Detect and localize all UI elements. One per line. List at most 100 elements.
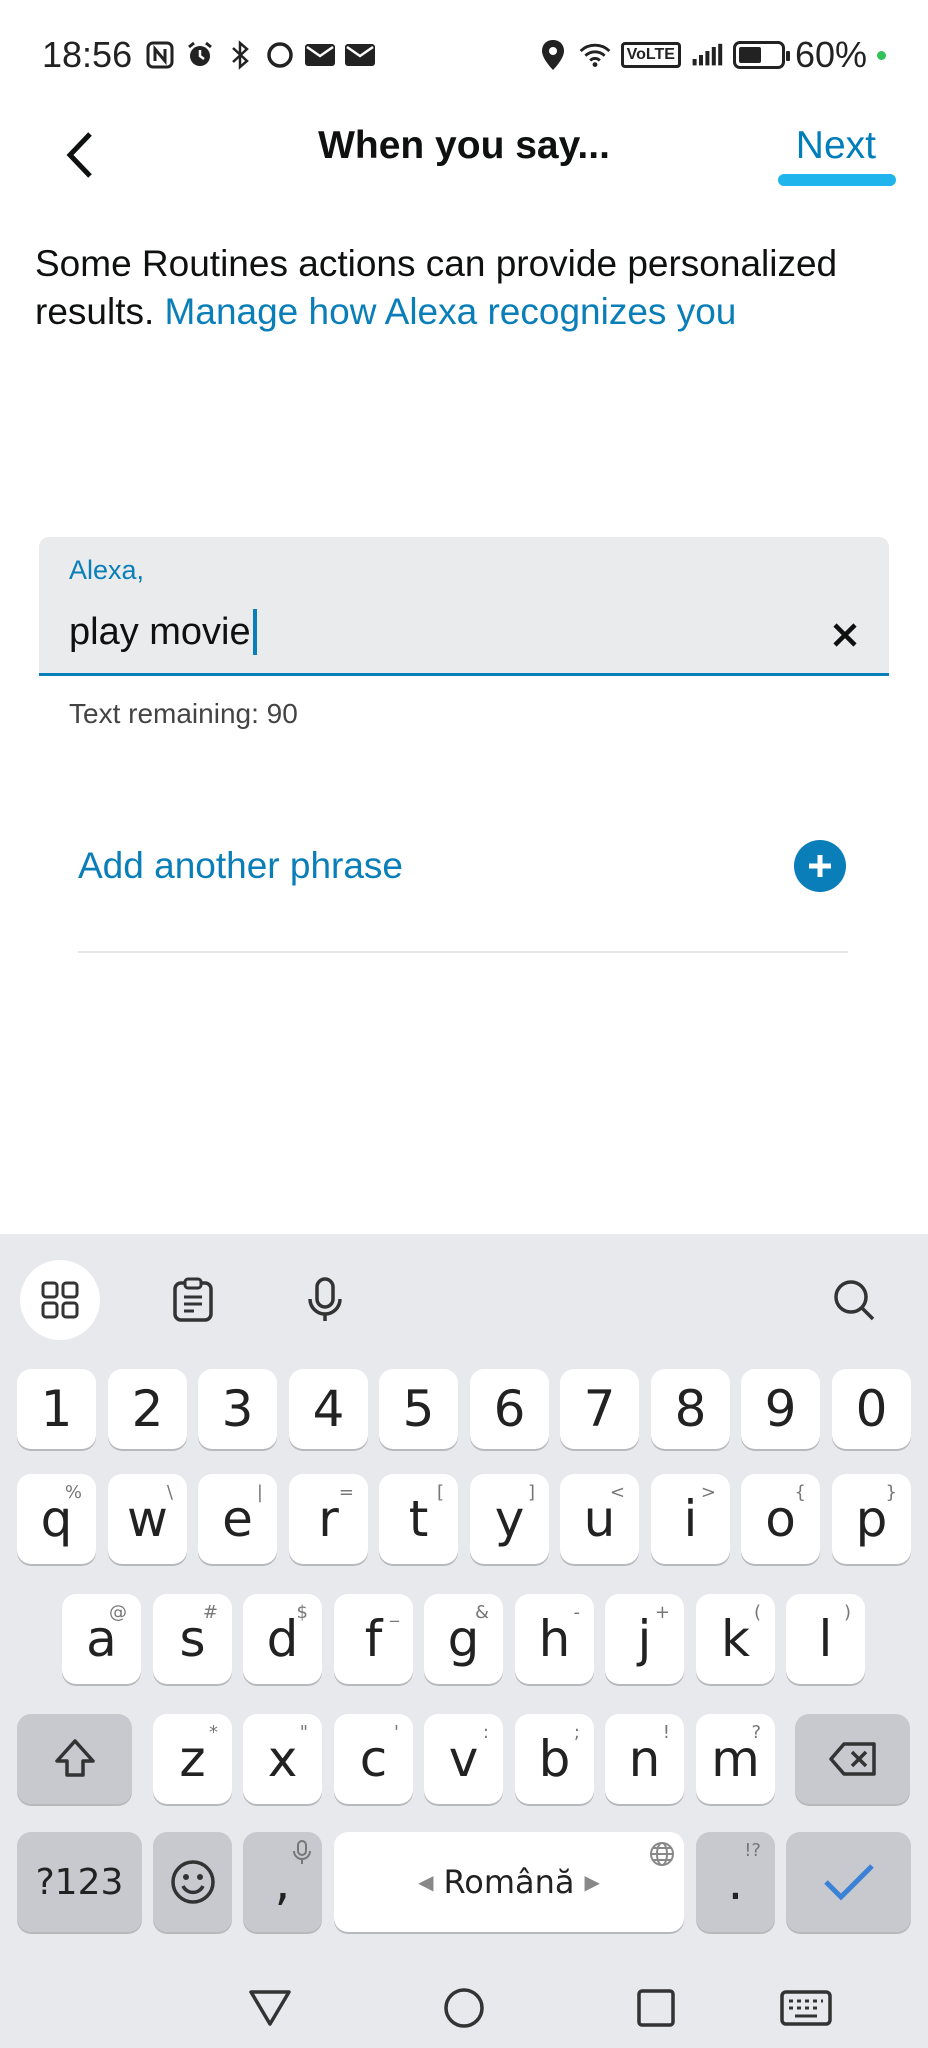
home-circle-icon[interactable] [438, 1982, 490, 2034]
key-6[interactable]: 6 [470, 1369, 549, 1449]
key-l[interactable]: ) l [786, 1594, 865, 1684]
key-label: k [721, 1610, 750, 1668]
key-z[interactable]: * z [153, 1714, 232, 1804]
key-hint: | [256, 1482, 263, 1503]
key-d[interactable]: $ d [243, 1594, 322, 1684]
backspace-key[interactable] [795, 1714, 910, 1804]
symbols-key[interactable]: ?123 [17, 1832, 142, 1932]
key-hint: = [338, 1482, 354, 1503]
add-phrase-row[interactable]: Add another phrase [78, 826, 846, 906]
key-i[interactable]: > i [651, 1474, 730, 1564]
key-label: c [359, 1730, 388, 1788]
key-hint: * [209, 1722, 218, 1743]
key-1[interactable]: 1 [17, 1369, 96, 1449]
volte-icon: VoLTE [620, 42, 681, 68]
key-7[interactable]: 7 [560, 1369, 639, 1449]
key-hint: $ [296, 1602, 308, 1623]
header: When you say... Next [0, 110, 928, 220]
key-h[interactable]: -h [515, 1594, 594, 1684]
period-key[interactable]: !? . [696, 1832, 775, 1932]
recents-square-icon[interactable] [630, 1982, 682, 2034]
shift-key[interactable] [17, 1714, 132, 1804]
key-9[interactable]: 9 [741, 1369, 820, 1449]
notification-icons [144, 39, 376, 71]
key-c[interactable]: ' c [334, 1714, 413, 1804]
key-5[interactable]: 5 [379, 1369, 458, 1449]
globe-icon [650, 1842, 674, 1866]
keyboard-icon[interactable] [776, 1982, 836, 2034]
key-label: . [727, 1853, 744, 1911]
plus-circle-icon[interactable] [794, 840, 846, 892]
back-triangle-icon[interactable] [244, 1982, 296, 2034]
key-e[interactable]: | e [198, 1474, 277, 1564]
phrase-input[interactable]: play movie [69, 609, 257, 655]
phrase-field-label: Alexa, [69, 555, 145, 585]
text-remaining: Text remaining: 90 [69, 698, 298, 729]
key-a[interactable]: @ a [62, 1594, 141, 1684]
key-label: h [538, 1610, 571, 1668]
key-q[interactable]: % q [17, 1474, 96, 1564]
key-hint: ] [527, 1482, 535, 1503]
key-hint: @ [109, 1602, 127, 1623]
key-8[interactable]: 8 [651, 1369, 730, 1449]
wifi-icon [579, 39, 611, 71]
microphone-icon[interactable] [285, 1260, 365, 1340]
key-s[interactable]: # s [153, 1594, 232, 1684]
key-b[interactable]: ; b [515, 1714, 594, 1804]
key-hint: { [794, 1482, 806, 1503]
key-n[interactable]: ! n [605, 1714, 684, 1804]
key-hint: < [609, 1482, 625, 1503]
key-o[interactable]: {o [741, 1474, 820, 1564]
system-icons: VoLTE 60% [537, 34, 886, 76]
key-u[interactable]: < u [560, 1474, 639, 1564]
intro-text: Some Routines actions can provide person… [35, 240, 875, 336]
key-k[interactable]: (k [696, 1594, 775, 1684]
clipboard-icon[interactable] [153, 1260, 233, 1340]
key-label: d [266, 1610, 299, 1668]
caret-left-icon: ◀ [418, 1870, 434, 1894]
key-t[interactable]: [t [379, 1474, 458, 1564]
key-v[interactable]: :v [424, 1714, 503, 1804]
close-icon [833, 623, 857, 647]
key-4[interactable]: 4 [289, 1369, 368, 1449]
key-m[interactable]: ? m [696, 1714, 775, 1804]
keyboard: 1 2 3 4 5 6 7 8 9 0 % q \ w | e = r [t ] y < u… [0, 1234, 928, 1968]
manage-recognition-link[interactable]: Manage how Alexa recognizes you [165, 291, 737, 332]
apps-grid-icon[interactable] [20, 1260, 100, 1340]
key-0[interactable]: 0 [832, 1369, 911, 1449]
key-w[interactable]: \ w [108, 1474, 187, 1564]
key-y[interactable]: ] y [470, 1474, 549, 1564]
key-j[interactable]: + j [605, 1594, 684, 1684]
key-hint: > [700, 1482, 716, 1503]
comma-key[interactable]: , [243, 1832, 322, 1932]
mail-icon [344, 39, 376, 71]
phrase-field[interactable]: Alexa, play movie [39, 537, 889, 676]
clear-button[interactable] [823, 613, 867, 657]
key-g[interactable]: & g [424, 1594, 503, 1684]
key-3[interactable]: 3 [198, 1369, 277, 1449]
key-2[interactable]: 2 [108, 1369, 187, 1449]
status-bar: 18:56 VoLTE 60% [0, 0, 928, 110]
key-label: s [179, 1610, 206, 1668]
key-label: t [408, 1490, 429, 1548]
key-hint: ? [751, 1722, 761, 1743]
key-hint: ; [573, 1722, 580, 1743]
key-x[interactable]: " x [243, 1714, 322, 1804]
emoji-icon [170, 1860, 215, 1904]
privacy-indicator-dot [877, 50, 886, 60]
add-phrase-label: Add another phrase [78, 845, 404, 886]
key-hint: + [654, 1602, 670, 1623]
emoji-key[interactable] [153, 1832, 232, 1932]
phrase-input-value: play movie [69, 610, 251, 653]
key-r[interactable]: = r [289, 1474, 368, 1564]
alarm-icon [184, 39, 216, 71]
key-p[interactable]: } p [832, 1474, 911, 1564]
next-button[interactable]: Next [796, 124, 876, 168]
done-key[interactable] [786, 1832, 911, 1932]
key-f[interactable]: _ f [334, 1594, 413, 1684]
key-hint: - [573, 1602, 581, 1623]
search-icon[interactable] [814, 1260, 894, 1340]
key-label: o [765, 1490, 796, 1548]
key-hint: ! [662, 1722, 670, 1743]
space-key[interactable]: ◀ Română ▶ [334, 1832, 684, 1932]
